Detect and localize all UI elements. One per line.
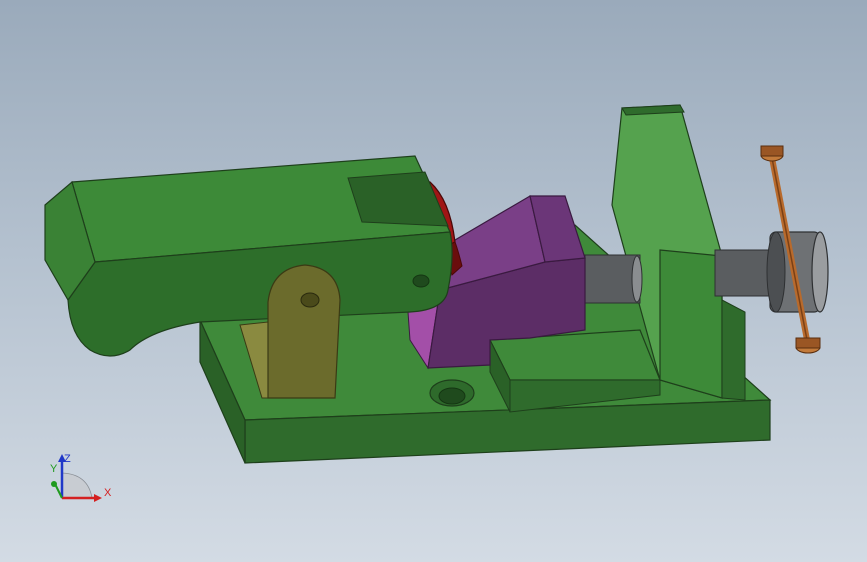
triad-arc bbox=[61, 472, 93, 499]
cad-viewport[interactable]: Z X Y bbox=[0, 0, 867, 562]
axis-triad: Z X Y bbox=[40, 448, 120, 508]
y-axis-label: Y bbox=[50, 463, 58, 475]
fixture-assembly-model[interactable] bbox=[0, 0, 867, 562]
x-axis-label: X bbox=[104, 487, 112, 499]
z-axis-label: Z bbox=[64, 453, 71, 465]
